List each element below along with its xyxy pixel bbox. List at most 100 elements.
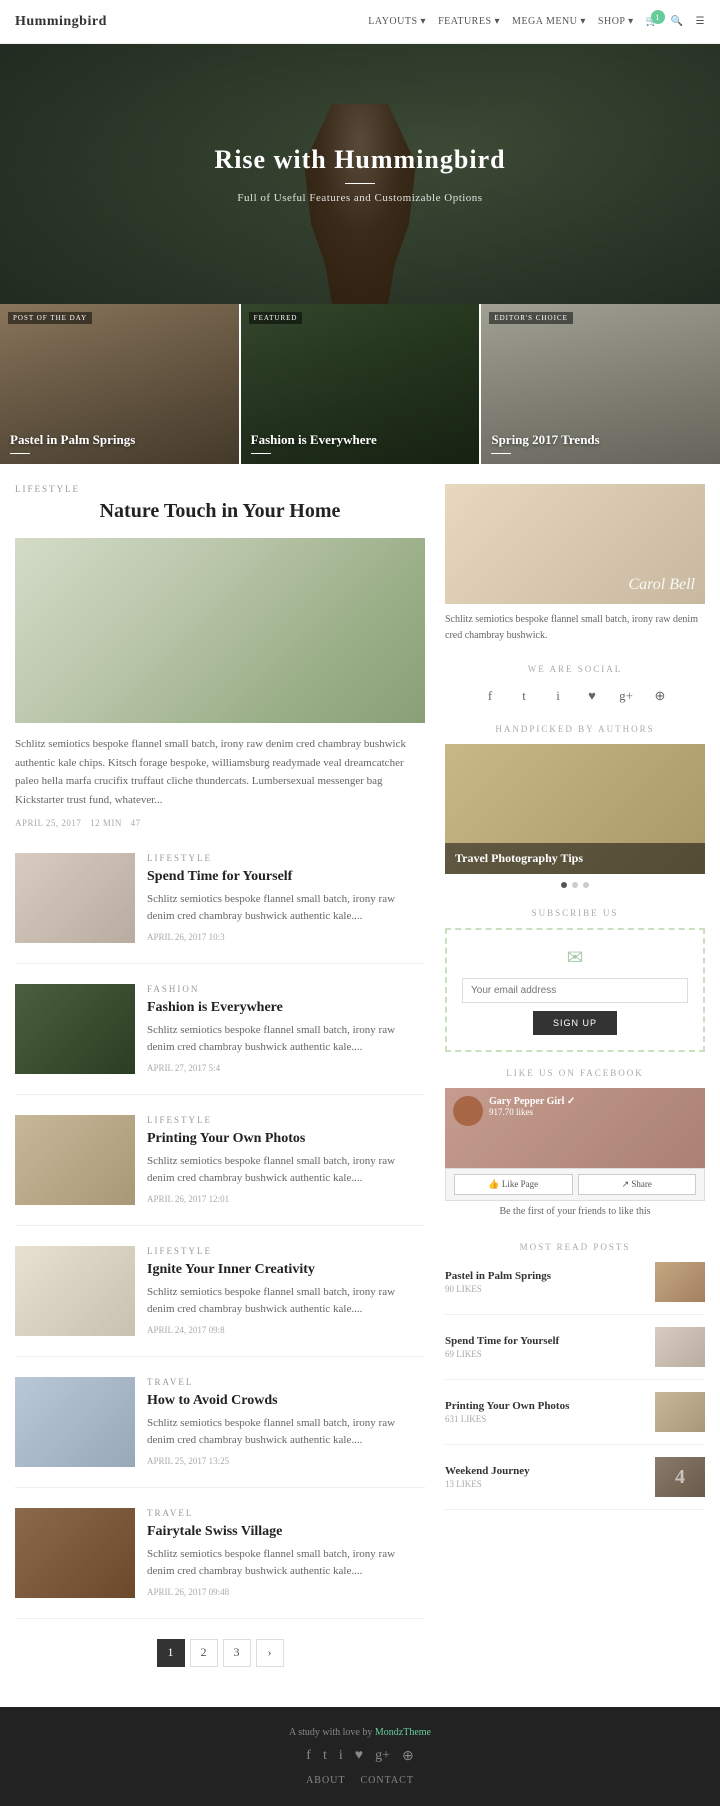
list-read-1: 10:3 bbox=[209, 932, 225, 942]
main-content: LIFESTYLE Nature Touch in Your Home Schl… bbox=[0, 464, 720, 1707]
footer-contact-link[interactable]: CONTACT bbox=[361, 1775, 414, 1786]
footer-about-link[interactable]: ABOUT bbox=[306, 1775, 345, 1786]
facebook-preview: Gary Pepper Girl ✓ 917.70 likes bbox=[445, 1088, 705, 1168]
list-title-3[interactable]: Printing Your Own Photos bbox=[147, 1131, 425, 1147]
list-article-img-4 bbox=[15, 1246, 135, 1336]
subscribe-section-title: SUBSCRIBE US bbox=[445, 908, 705, 918]
list-title-6[interactable]: Fairytale Swiss Village bbox=[147, 1524, 425, 1540]
featured-badge-1: POST OF THE DAY bbox=[8, 312, 92, 324]
footer-gplus-icon[interactable]: g+ bbox=[375, 1748, 390, 1765]
featured-overlay-1: POST OF THE DAY Pastel in Palm Springs bbox=[0, 304, 239, 464]
heart-icon[interactable]: ♥ bbox=[580, 684, 604, 708]
subscribe-email-input[interactable] bbox=[462, 978, 688, 1003]
dot-3[interactable] bbox=[583, 882, 589, 888]
footer-heart-icon[interactable]: ♥ bbox=[355, 1748, 363, 1765]
page-btn-1[interactable]: 1 bbox=[157, 1639, 185, 1667]
twitter-icon[interactable]: t bbox=[512, 684, 536, 708]
site-logo[interactable]: Hummingbird bbox=[15, 14, 107, 30]
facebook-icon[interactable]: f bbox=[478, 684, 502, 708]
googleplus-icon[interactable]: g+ bbox=[614, 684, 638, 708]
menu-icon[interactable]: ☰ bbox=[696, 16, 705, 27]
footer-rss-icon[interactable]: ⊕ bbox=[402, 1748, 414, 1765]
list-date-2: APRIL 27, 2017 bbox=[147, 1063, 206, 1073]
most-read-post-title-2[interactable]: Spend Time for Yourself bbox=[445, 1335, 647, 1347]
list-title-4[interactable]: Ignite Your Inner Creativity bbox=[147, 1262, 425, 1278]
nav-mega[interactable]: MEGA MENU ▾ bbox=[512, 16, 586, 27]
search-icon[interactable]: 🔍 bbox=[671, 16, 684, 27]
instagram-icon[interactable]: i bbox=[546, 684, 570, 708]
featured-row: POST OF THE DAY Pastel in Palm Springs F… bbox=[0, 304, 720, 464]
list-meta-2: APRIL 27, 2017 5:4 bbox=[147, 1063, 425, 1073]
article-likes: 47 bbox=[131, 818, 141, 828]
list-read-3: 12:01 bbox=[209, 1194, 230, 1204]
cart-icon[interactable]: 🛒1 bbox=[646, 16, 659, 27]
subscribe-button[interactable]: SIGN UP bbox=[533, 1011, 617, 1035]
footer-facebook-icon[interactable]: f bbox=[306, 1748, 311, 1765]
featured-post-2[interactable]: FEATURED Fashion is Everywhere bbox=[241, 304, 482, 464]
most-read-item-2: Spend Time for Yourself 69 LIKES bbox=[445, 1327, 705, 1380]
list-read-6: 09:48 bbox=[209, 1587, 230, 1597]
nav-features[interactable]: FEATURES ▾ bbox=[438, 16, 500, 27]
list-date-6: APRIL 26, 2017 bbox=[147, 1587, 206, 1597]
site-header: Hummingbird LAYOUTS ▾ FEATURES ▾ MEGA ME… bbox=[0, 0, 720, 44]
social-section-title: WE ARE SOCIAL bbox=[445, 664, 705, 674]
footer-brand-link[interactable]: MondzTheme bbox=[375, 1727, 431, 1738]
hero-title: Rise with Hummingbird bbox=[214, 145, 505, 175]
most-read-post-title-1[interactable]: Pastel in Palm Springs bbox=[445, 1270, 647, 1282]
list-title-1[interactable]: Spend Time for Yourself bbox=[147, 869, 425, 885]
dot-1[interactable] bbox=[561, 882, 567, 888]
page-btn-3[interactable]: 3 bbox=[223, 1639, 251, 1667]
most-read-post-title-3[interactable]: Printing Your Own Photos bbox=[445, 1400, 647, 1412]
hero-section: Rise with Hummingbird Full of Useful Fea… bbox=[0, 44, 720, 304]
facebook-widget: Gary Pepper Girl ✓ 917.70 likes 👍 Like P… bbox=[445, 1088, 705, 1222]
most-read-title: MOST READ POSTS bbox=[445, 1242, 705, 1252]
list-excerpt-5: Schlitz semiotics bespoke flannel small … bbox=[147, 1415, 425, 1450]
most-read-item-4: Weekend Journey 13 LIKES 4 bbox=[445, 1457, 705, 1510]
page-btn-2[interactable]: 2 bbox=[190, 1639, 218, 1667]
list-article-2: FASHION Fashion is Everywhere Schlitz se… bbox=[15, 984, 425, 1095]
list-title-5[interactable]: How to Avoid Crowds bbox=[147, 1393, 425, 1409]
article-category: LIFESTYLE bbox=[15, 484, 425, 494]
nav-layouts[interactable]: LAYOUTS ▾ bbox=[368, 16, 426, 27]
featured-post-3[interactable]: EDITOR'S CHOICE Spring 2017 Trends bbox=[481, 304, 720, 464]
list-excerpt-2: Schlitz semiotics bespoke flannel small … bbox=[147, 1022, 425, 1057]
cart-badge: 1 bbox=[651, 10, 665, 24]
article-excerpt: Schlitz semiotics bespoke flannel small … bbox=[15, 735, 425, 810]
dot-2[interactable] bbox=[572, 882, 578, 888]
featured-title-1: Pastel in Palm Springs bbox=[10, 432, 229, 448]
most-read-number: 4 bbox=[655, 1457, 705, 1497]
pagination: 1 2 3 › bbox=[15, 1639, 425, 1667]
sidebar: Carol Bell Schlitz semiotics bespoke fla… bbox=[445, 484, 705, 1687]
page-next-btn[interactable]: › bbox=[256, 1639, 284, 1667]
list-excerpt-1: Schlitz semiotics bespoke flannel small … bbox=[147, 891, 425, 926]
fb-like-page-btn[interactable]: 👍 Like Page bbox=[454, 1174, 573, 1195]
featured-post-1[interactable]: POST OF THE DAY Pastel in Palm Springs bbox=[0, 304, 241, 464]
list-category-1: LIFESTYLE bbox=[147, 853, 425, 863]
article-image bbox=[15, 538, 425, 723]
footer-instagram-icon[interactable]: i bbox=[339, 1748, 343, 1765]
most-read-post-title-4[interactable]: Weekend Journey bbox=[445, 1465, 647, 1477]
email-icon: ✉ bbox=[462, 945, 688, 970]
author-image: Carol Bell bbox=[445, 484, 705, 604]
header-nav: LAYOUTS ▾ FEATURES ▾ MEGA MENU ▾ SHOP ▾ … bbox=[368, 16, 705, 27]
fb-share-btn[interactable]: ↗ Share bbox=[578, 1174, 697, 1195]
featured-badge-3: EDITOR'S CHOICE bbox=[489, 312, 573, 324]
article-title[interactable]: Nature Touch in Your Home bbox=[15, 500, 425, 523]
sidebar-author: Carol Bell Schlitz semiotics bespoke fla… bbox=[445, 484, 705, 644]
featured-title-2: Fashion is Everywhere bbox=[251, 432, 470, 448]
subscribe-widget: ✉ SIGN UP bbox=[445, 928, 705, 1052]
nav-shop[interactable]: SHOP ▾ bbox=[598, 16, 634, 27]
author-signature: Carol Bell bbox=[628, 576, 695, 594]
list-article-img-2 bbox=[15, 984, 135, 1074]
list-title-2[interactable]: Fashion is Everywhere bbox=[147, 1000, 425, 1016]
list-article-5: TRAVEL How to Avoid Crowds Schlitz semio… bbox=[15, 1377, 425, 1488]
most-read-img-4: 4 bbox=[655, 1457, 705, 1497]
facebook-page-name: Gary Pepper Girl ✓ bbox=[489, 1096, 575, 1107]
list-article-img-1 bbox=[15, 853, 135, 943]
rss-icon[interactable]: ⊕ bbox=[648, 684, 672, 708]
handpicked-widget: Travel Photography Tips bbox=[445, 744, 705, 888]
hero-subtitle: Full of Useful Features and Customizable… bbox=[214, 192, 505, 204]
footer-twitter-icon[interactable]: t bbox=[323, 1748, 327, 1765]
most-read-meta-3: 631 LIKES bbox=[445, 1414, 647, 1424]
list-meta-6: APRIL 26, 2017 09:48 bbox=[147, 1587, 425, 1597]
